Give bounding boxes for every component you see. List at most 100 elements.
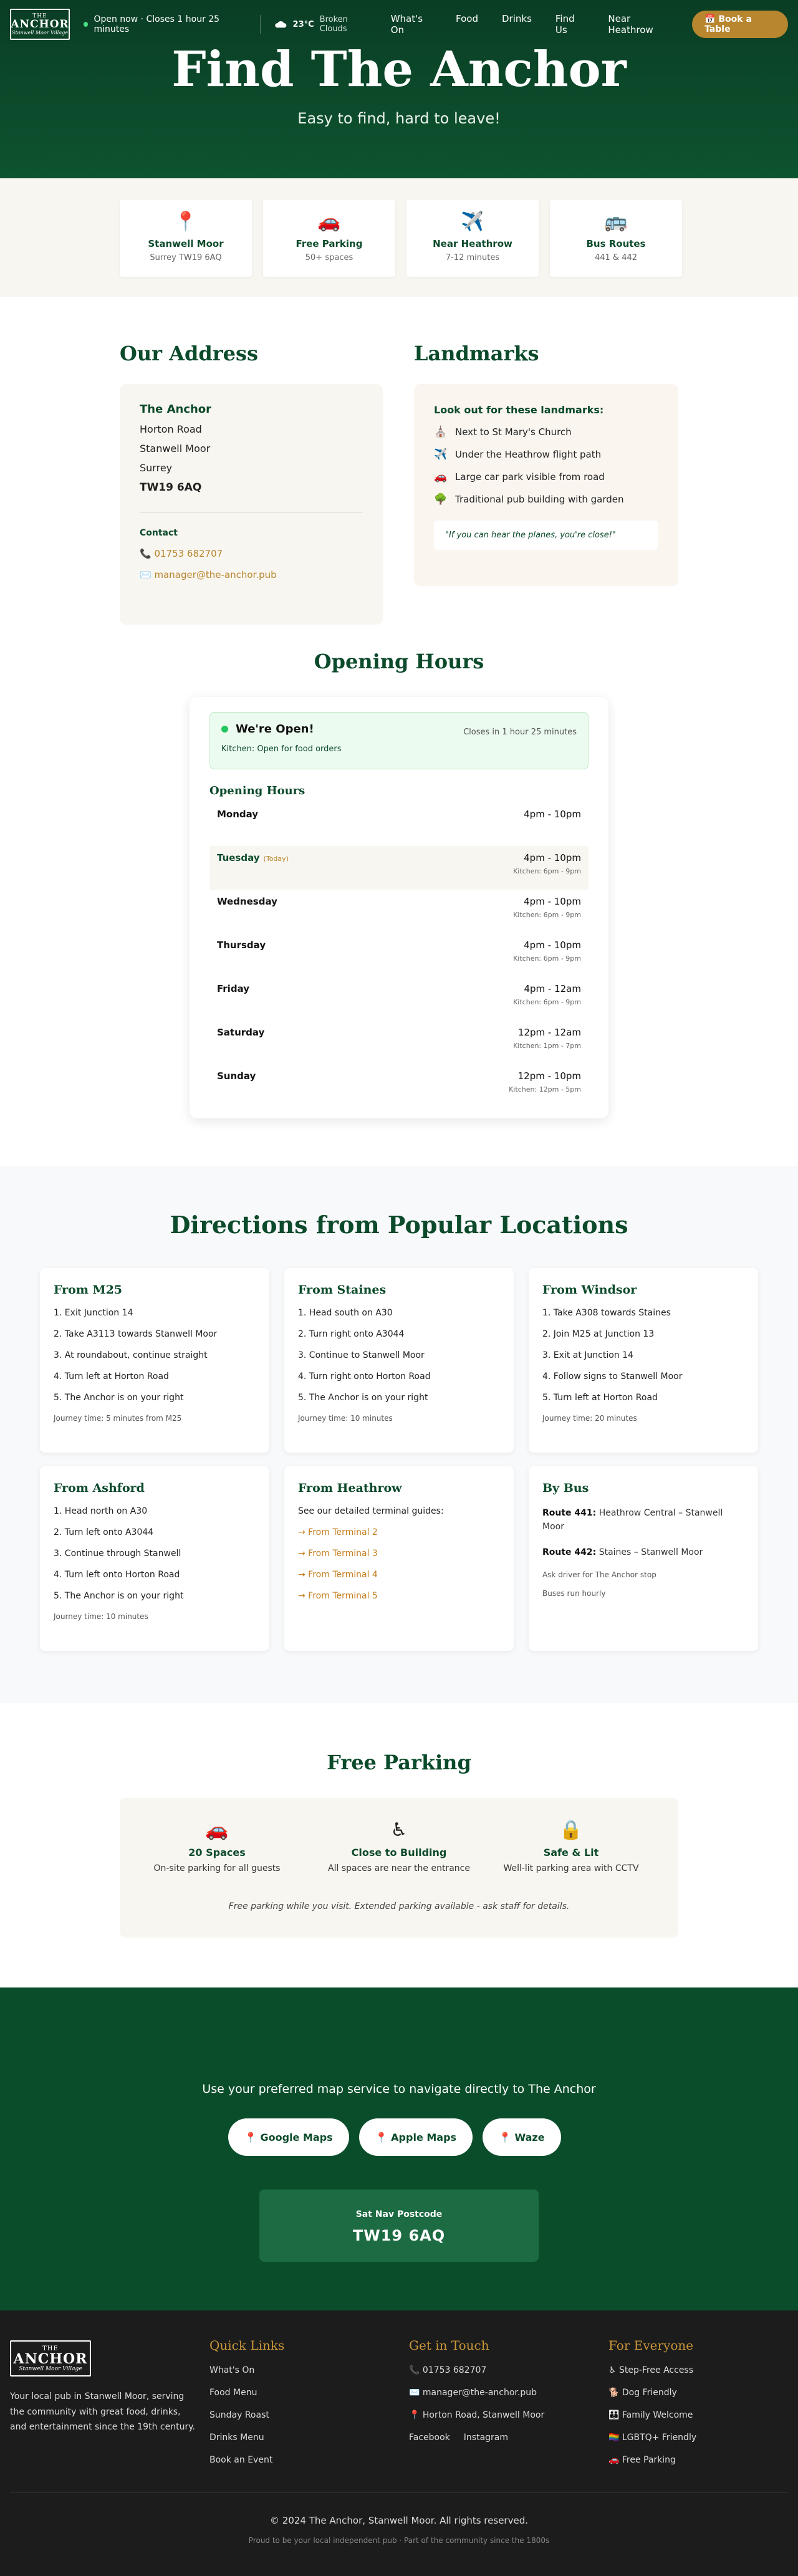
direction-step: 4. Turn left at Horton Road xyxy=(54,1372,169,1382)
direction-step: 2. Take A3113 towards Stanwell Moor xyxy=(54,1329,218,1339)
info-card-sub: 441 & 442 xyxy=(594,253,638,262)
pin-icon: 📍 xyxy=(174,211,198,233)
directions-card-ashford: From Ashford 1. Head north on A30 2. Tur… xyxy=(40,1466,269,1651)
satnav-label: Sat Nav Postcode xyxy=(355,2209,443,2219)
info-card-title: Near Heathrow xyxy=(433,238,512,249)
directions-card-title: From Windsor xyxy=(542,1283,637,1297)
footer-phone-link[interactable]: 📞 01753 682707 xyxy=(409,2365,544,2375)
direction-step: 5. The Anchor is on your right xyxy=(298,1393,428,1403)
hours-table-heading: Opening Hours xyxy=(209,784,305,797)
nav-link-find-us[interactable]: Find Us xyxy=(555,13,584,36)
open-status-title: We're Open! xyxy=(236,723,314,736)
landmark-item: ✈️ Under the Heathrow flight path xyxy=(434,448,658,461)
main-menu: What's On Food Drinks Find Us Near Heath… xyxy=(391,13,692,36)
parking-heading: Free Parking xyxy=(327,1751,471,1774)
terminal-2-link[interactable]: → From Terminal 2 xyxy=(298,1527,500,1537)
hours-row: Friday 4pm - 12am Kitchen: 6pm - 9pm xyxy=(209,977,589,1021)
footer-link-drinks-menu[interactable]: Drinks Menu xyxy=(209,2433,284,2443)
terminal-3-link[interactable]: → From Terminal 3 xyxy=(298,1549,500,1559)
parking-item-text: All spaces are near the entrance xyxy=(328,1863,470,1873)
page-title: Find The Anchor xyxy=(171,41,627,98)
footer-link-book-event[interactable]: Book an Event xyxy=(209,2455,284,2465)
info-card-parking: 🚗 Free Parking 50+ spaces xyxy=(263,199,395,277)
journey-time: Journey time: 10 minutes xyxy=(298,1414,393,1423)
direction-step: 1. Head north on A30 xyxy=(54,1506,148,1516)
nav-link-whats-on[interactable]: What's On xyxy=(391,13,432,36)
cloud-icon xyxy=(275,21,287,28)
direction-step: 1. Take A308 towards Staines xyxy=(542,1308,671,1318)
terminal-5-link[interactable]: → From Terminal 5 xyxy=(298,1591,500,1601)
footer-feature: 👪 Family Welcome xyxy=(608,2410,693,2420)
nav-link-drinks[interactable]: Drinks xyxy=(502,13,532,36)
open-dot-icon xyxy=(221,726,228,733)
day-hours: 4pm - 10pm xyxy=(524,896,581,907)
info-card-title: Bus Routes xyxy=(586,238,646,249)
kitchen-hours: Kitchen: 6pm - 9pm xyxy=(513,998,581,1006)
hours-row: Monday 4pm - 10pm xyxy=(209,802,589,846)
landmark-text: Next to St Mary's Church xyxy=(455,426,572,438)
direction-step: 3. Continue through Stanwell xyxy=(54,1549,181,1559)
instagram-link[interactable]: Instagram xyxy=(464,2433,508,2443)
waze-button[interactable]: 📍 Waze xyxy=(483,2118,561,2156)
hours-card: We're Open! Closes in 1 hour 25 minutes … xyxy=(190,697,608,1118)
email-link[interactable]: ✉️ manager@the-anchor.pub xyxy=(140,569,363,580)
car-icon: 🚗 xyxy=(434,471,448,483)
landmarks-card: Look out for these landmarks: ⛪ Next to S… xyxy=(414,384,678,586)
terminal-4-link[interactable]: → From Terminal 4 xyxy=(298,1570,500,1580)
kitchen-hours: Kitchen: 6pm - 9pm xyxy=(513,867,581,875)
nav-link-food[interactable]: Food xyxy=(456,13,478,36)
plane-icon: ✈️ xyxy=(434,448,448,461)
satnav-value: TW19 6AQ xyxy=(352,2227,446,2244)
map-services-intro: Use your preferred map service to naviga… xyxy=(202,2082,596,2096)
direction-step: 4. Turn right onto Horton Road xyxy=(298,1372,431,1382)
info-card-title: Free Parking xyxy=(296,238,363,249)
footer-link-sunday-roast[interactable]: Sunday Roast xyxy=(209,2410,284,2420)
directions-card-title: From Staines xyxy=(298,1283,387,1297)
address-line: Horton Road xyxy=(140,423,202,435)
footer-link-whats-on[interactable]: What's On xyxy=(209,2365,284,2375)
directions-card-windsor: From Windsor 1. Take A308 towards Staine… xyxy=(529,1268,758,1453)
footer-heading: Quick Links xyxy=(209,2338,285,2353)
google-maps-button[interactable]: 📍 Google Maps xyxy=(228,2118,349,2156)
address-line: Stanwell Moor xyxy=(140,443,211,454)
hours-row: Saturday 12pm - 12am Kitchen: 1pm - 7pm xyxy=(209,1021,589,1064)
footer: THE ANCHOR Stanwell Moor Village Your lo… xyxy=(0,2310,798,2576)
address-heading: Our Address xyxy=(120,342,258,365)
hours-row: Sunday 12pm - 10pm Kitchen: 12pm - 5pm xyxy=(209,1064,589,1108)
bus-note: Buses run hourly xyxy=(542,1589,606,1598)
footer-contact: Get in Touch 📞 01753 682707 ✉️ manager@t… xyxy=(409,2338,544,2455)
weather-temp: 23°C xyxy=(292,19,314,29)
footer-link-food-menu[interactable]: Food Menu xyxy=(209,2388,284,2398)
landmark-text: Traditional pub building with garden xyxy=(455,494,624,505)
nav-link-near-heathrow[interactable]: Near Heathrow xyxy=(608,13,668,36)
lock-icon: 🔒 xyxy=(559,1819,583,1841)
journey-time: Journey time: 10 minutes xyxy=(54,1612,148,1621)
footer-tagline: Proud to be your local independent pub ·… xyxy=(248,2536,550,2545)
day-hours: 4pm - 10pm xyxy=(524,852,581,863)
hours-row: Thursday 4pm - 10pm Kitchen: 6pm - 9pm xyxy=(209,933,589,977)
footer-feature: ♿ Step-Free Access xyxy=(608,2365,694,2375)
info-card-sub: 7-12 minutes xyxy=(445,253,500,262)
address-postcode: TW19 6AQ xyxy=(140,481,202,494)
footer-everyone: For Everyone ♿ Step-Free Access 🐕 Dog Fr… xyxy=(608,2338,696,2477)
logo-main: ANCHOR xyxy=(13,2350,88,2367)
directions-card-m25: From M25 1. Exit Junction 14 2. Take A31… xyxy=(40,1268,269,1453)
facebook-link[interactable]: Facebook xyxy=(409,2433,450,2443)
apple-maps-button[interactable]: 📍 Apple Maps xyxy=(358,2118,473,2156)
bus-route-text: Staines – Stanwell Moor xyxy=(596,1547,703,1557)
footer-email-link[interactable]: ✉️ manager@the-anchor.pub xyxy=(409,2388,544,2398)
logo[interactable]: THE ANCHOR Stanwell Moor Village xyxy=(10,9,70,40)
info-card-title: Stanwell Moor xyxy=(148,238,224,249)
day-hours: 4pm - 10pm xyxy=(524,940,581,951)
landmark-text: Large car park visible from road xyxy=(455,471,605,483)
info-card-bus: 🚌 Bus Routes 441 & 442 xyxy=(550,199,682,277)
footer-feature: 🐕 Dog Friendly xyxy=(608,2388,677,2398)
address-card: The Anchor Horton Road Stanwell Moor Sur… xyxy=(120,384,383,625)
phone-link[interactable]: 📞 01753 682707 xyxy=(140,548,363,559)
book-table-button[interactable]: 📅 Book a Table xyxy=(692,11,788,38)
day-hours: 4pm - 12am xyxy=(524,983,581,994)
direction-step: 4. Turn left onto Horton Road xyxy=(54,1570,180,1580)
landmark-item: 🚗 Large car park visible from road xyxy=(434,471,658,483)
kitchen-hours: Kitchen: 6pm - 9pm xyxy=(513,954,581,963)
footer-logo[interactable]: THE ANCHOR Stanwell Moor Village xyxy=(10,2340,91,2377)
